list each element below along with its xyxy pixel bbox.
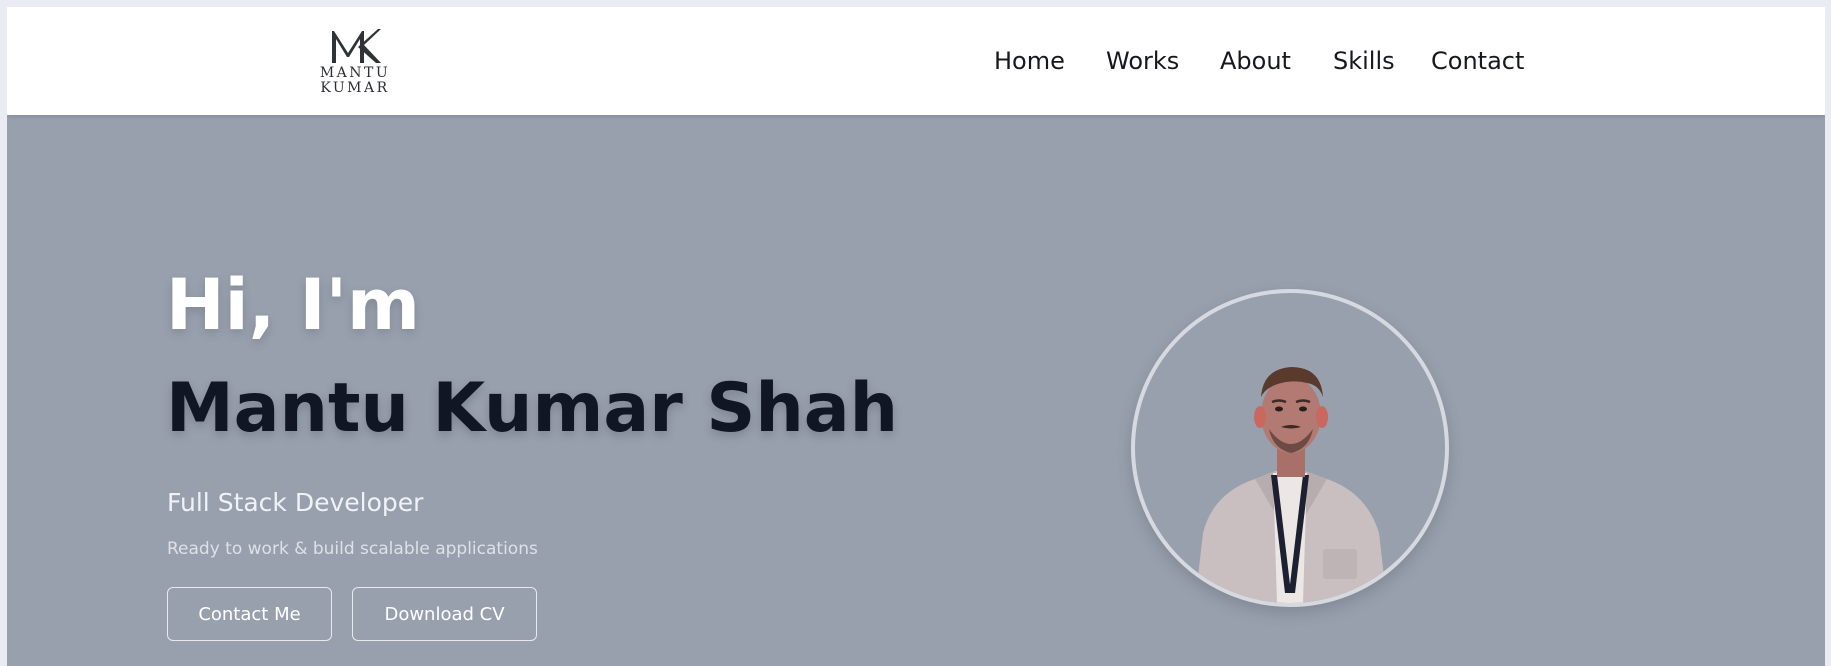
hero-role: Full Stack Developer — [167, 488, 424, 517]
hero-tagline: Ready to work & build scalable applicati… — [167, 539, 538, 559]
hero-greeting: Hi, I'm — [166, 264, 420, 346]
page-frame: MANTU KUMAR Home Works About Skills Cont… — [7, 7, 1825, 666]
download-cv-button[interactable]: Download CV — [352, 587, 537, 641]
nav-link-home[interactable]: Home — [994, 47, 1065, 75]
hero-name: Mantu Kumar Shah — [166, 369, 899, 448]
profile-photo-icon — [1195, 367, 1387, 603]
profile-avatar — [1131, 289, 1449, 607]
main-nav: Home Works About Skills Contact — [7, 7, 1825, 115]
nav-link-contact[interactable]: Contact — [1431, 47, 1524, 75]
contact-me-button[interactable]: Contact Me — [167, 587, 332, 641]
nav-link-skills[interactable]: Skills — [1333, 47, 1395, 75]
nav-link-about[interactable]: About — [1220, 47, 1291, 75]
nav-link-works[interactable]: Works — [1106, 47, 1179, 75]
site-header: MANTU KUMAR Home Works About Skills Cont… — [7, 7, 1825, 115]
